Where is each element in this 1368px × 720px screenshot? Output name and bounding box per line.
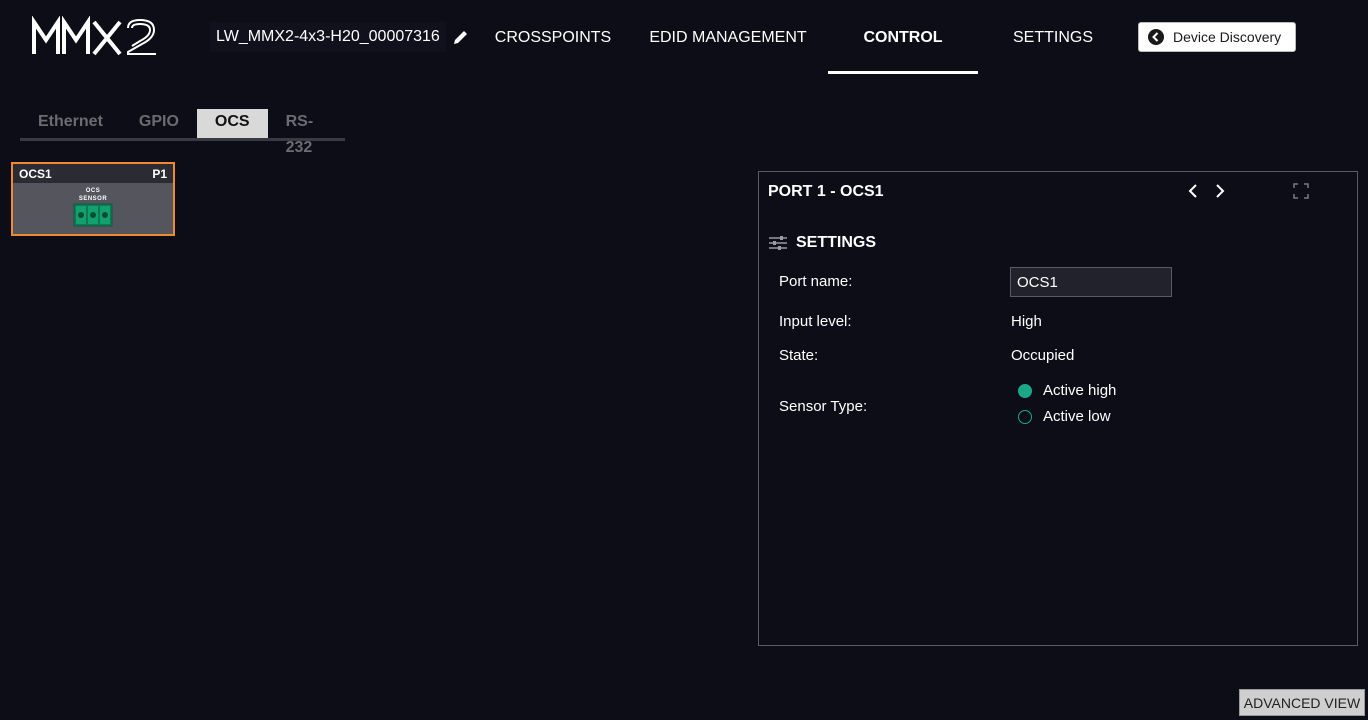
tab-ethernet[interactable]: Ethernet: [20, 109, 121, 138]
tab-rs232[interactable]: RS-232: [268, 109, 345, 156]
input-level-label: Input level:: [779, 313, 852, 330]
sensor-type-label: Sensor Type:: [779, 398, 868, 415]
radio-label-active-high: Active high: [1043, 382, 1117, 399]
control-subtabs: Ethernet GPIO OCS RS-232: [20, 109, 345, 156]
port-details-panel: PORT 1 - OCS1 SETTINGS Port name: Input …: [758, 171, 1358, 646]
top-header: LW_MMX2-4x3-H20_00007316 CROSSPOINTS EDI…: [0, 0, 1368, 76]
input-level-value: High: [1011, 313, 1042, 330]
sensor-label-line2: SENSOR: [78, 196, 108, 202]
back-circle-icon: [1148, 29, 1164, 45]
tab-gpio[interactable]: GPIO: [121, 109, 197, 138]
nav-control[interactable]: CONTROL: [828, 0, 978, 76]
sensor-label-line1: OCS: [85, 188, 101, 194]
radio-label-active-low: Active low: [1043, 408, 1111, 425]
radio-unchecked-icon[interactable]: [1018, 409, 1032, 424]
port-name-input[interactable]: [1010, 267, 1172, 297]
pencil-icon[interactable]: [452, 28, 470, 46]
nav-settings[interactable]: SETTINGS: [978, 0, 1128, 76]
device-discovery-button[interactable]: Device Discovery: [1138, 22, 1296, 52]
port-card-ocs1[interactable]: OCS1 P1 OCS SENSOR: [11, 162, 175, 236]
sensor-label: OCS SENSOR: [13, 187, 173, 203]
terminal-connector-icon: [73, 203, 113, 227]
sliders-icon: [769, 236, 787, 250]
port-name-label: Port name:: [779, 273, 853, 290]
port-card-number: P1: [152, 166, 167, 181]
port-card-body: OCS SENSOR: [13, 183, 173, 234]
panel-title: PORT 1 - OCS1: [768, 183, 884, 200]
port-card-header: OCS1 P1: [13, 164, 173, 183]
device-discovery-label: Device Discovery: [1173, 29, 1282, 45]
chevron-right-icon[interactable]: [1212, 182, 1228, 200]
settings-title: SETTINGS: [796, 234, 877, 251]
port-card-name: OCS1: [19, 166, 52, 181]
device-name[interactable]: LW_MMX2-4x3-H20_00007316: [210, 22, 446, 52]
state-value: Occupied: [1011, 347, 1075, 364]
settings-section-header: SETTINGS: [768, 234, 876, 252]
advanced-view-button[interactable]: ADVANCED VIEW: [1239, 689, 1365, 716]
radio-active-high[interactable]: Active high: [1018, 382, 1116, 399]
radio-checked-icon[interactable]: [1018, 383, 1032, 398]
nav-crosspoints[interactable]: CROSSPOINTS: [478, 0, 628, 76]
chevron-left-icon[interactable]: [1185, 182, 1201, 200]
tab-ocs[interactable]: OCS: [196, 109, 268, 138]
nav-edid-management[interactable]: EDID MANAGEMENT: [638, 0, 818, 76]
radio-active-low[interactable]: Active low: [1018, 408, 1111, 425]
device-name-box: LW_MMX2-4x3-H20_00007316: [210, 22, 470, 52]
expand-icon[interactable]: [1293, 183, 1309, 199]
state-label: State:: [779, 347, 819, 364]
mmx2-logo[interactable]: [32, 16, 158, 58]
